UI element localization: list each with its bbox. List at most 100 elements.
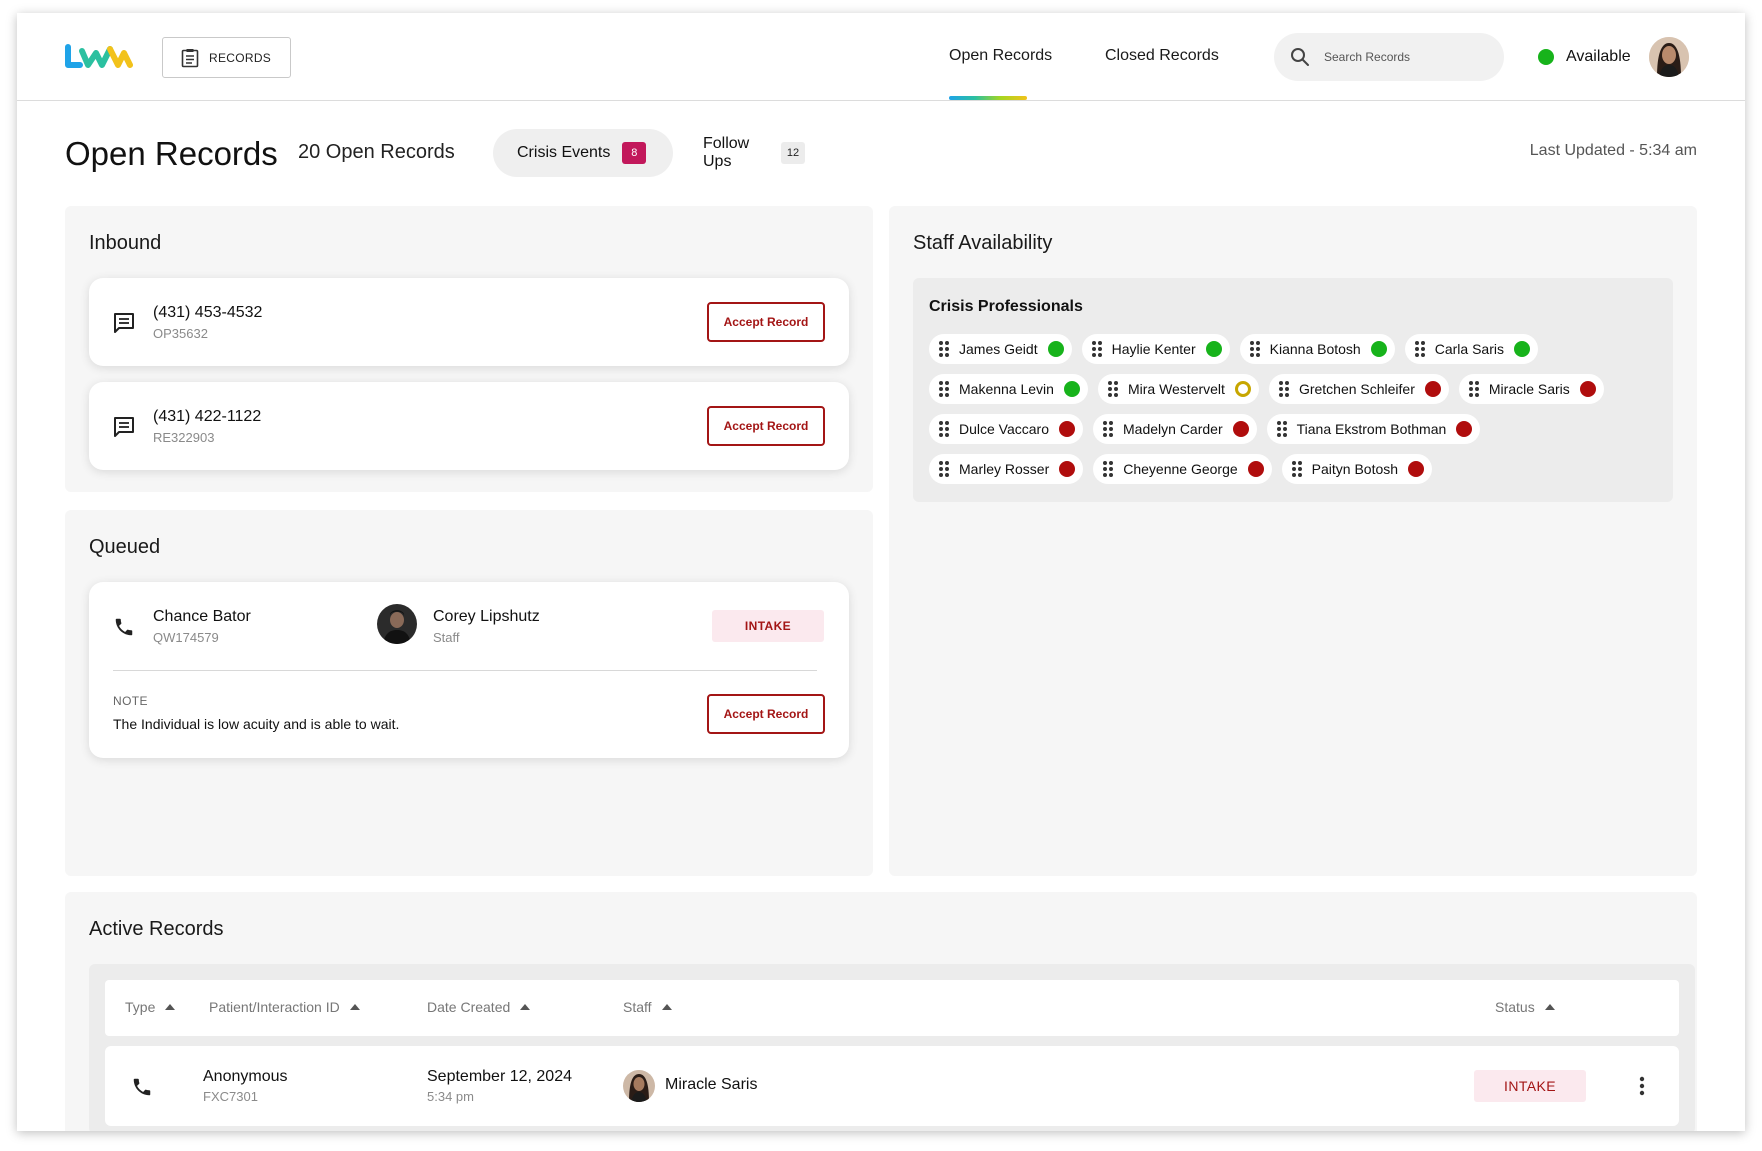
- drag-handle-icon[interactable]: [1091, 341, 1102, 357]
- drag-handle-icon[interactable]: [1249, 341, 1260, 357]
- tab-crisis-events[interactable]: Crisis Events 8: [493, 129, 673, 177]
- nav-closed-records[interactable]: Closed Records: [1105, 47, 1219, 65]
- tab-crisis-events-label: Crisis Events: [517, 144, 611, 161]
- status-dot-busy: [1059, 461, 1076, 477]
- staff-chip-list: James Geidt Haylie Kenter Kianna Botosh Car…: [929, 334, 1669, 494]
- inbound-phone: (431) 453-4532: [153, 304, 263, 321]
- accept-record-button[interactable]: Accept Record: [707, 302, 825, 342]
- staff-chip[interactable]: Marley Rosser: [929, 454, 1084, 484]
- status-dot-busy: [1232, 421, 1249, 437]
- staff-chip[interactable]: Dulce Vaccaro: [929, 414, 1084, 444]
- drag-handle-icon[interactable]: [1278, 381, 1289, 397]
- staff-availability-panel: Staff Availability Crisis Professionals …: [889, 206, 1697, 876]
- last-updated-text: Last Updated - 5:34 am: [1529, 142, 1697, 159]
- inbound-title: Inbound: [89, 232, 162, 254]
- status-badge: INTAKE: [712, 610, 824, 642]
- staff-chip[interactable]: Gretchen Schleifer: [1268, 374, 1449, 404]
- inbound-id: OP35632: [153, 326, 208, 341]
- staff-row: Dulce Vaccaro Madelyn Carder Tiana Ekstrom…: [929, 414, 1669, 444]
- brand-logo[interactable]: [64, 43, 134, 71]
- staff-name: Paityn Botosh: [1311, 461, 1399, 477]
- available-status-dot: [1538, 49, 1554, 65]
- drag-handle-icon[interactable]: [1103, 461, 1114, 477]
- queued-individual-id: QW174579: [153, 630, 219, 645]
- crisis-events-count-badge: 8: [622, 142, 647, 164]
- drag-handle-icon[interactable]: [939, 461, 949, 477]
- table-row[interactable]: Anonymous FXC7301 September 12, 2024 5:3…: [105, 1046, 1679, 1126]
- column-header-type[interactable]: Type: [125, 999, 176, 1015]
- table-header: Type Patient/Interaction ID Date Created…: [105, 980, 1679, 1036]
- drag-handle-icon[interactable]: [1276, 421, 1287, 437]
- column-header-patient-id[interactable]: Patient/Interaction ID: [209, 999, 360, 1015]
- column-header-status[interactable]: Status: [1495, 999, 1555, 1015]
- tab-follow-ups-label: Follow Ups: [703, 135, 750, 170]
- status-dot-busy: [1456, 421, 1473, 437]
- staff-chip[interactable]: Paityn Botosh: [1281, 454, 1433, 484]
- patient-name: Anonymous: [203, 1068, 288, 1085]
- status-dot-available: [1205, 341, 1222, 357]
- staff-name: James Geidt: [959, 341, 1038, 357]
- staff-name: Makenna Levin: [959, 381, 1054, 397]
- staff-chip[interactable]: Tiana Ekstrom Bothman: [1266, 414, 1481, 444]
- open-records-count: 20 Open Records: [298, 141, 455, 163]
- status-dot-busy: [1579, 381, 1596, 397]
- column-header-date-created[interactable]: Date Created: [427, 999, 531, 1015]
- drag-handle-icon[interactable]: [1107, 381, 1118, 397]
- staff-name: Tiana Ekstrom Bothman: [1296, 421, 1447, 437]
- staff-chip[interactable]: Mira Westervelt: [1097, 374, 1259, 404]
- status-dot-available: [1370, 341, 1387, 357]
- patient-id: FXC7301: [203, 1089, 258, 1104]
- follow-ups-count-badge: 12: [781, 142, 805, 164]
- staff-name: Miracle Saris: [1488, 381, 1570, 397]
- clipboard-icon: [181, 48, 199, 67]
- drag-handle-icon[interactable]: [939, 421, 949, 437]
- search-input[interactable]: [1324, 50, 1474, 64]
- staff-chip[interactable]: Carla Saris: [1404, 334, 1538, 364]
- column-header-label: Patient/Interaction ID: [209, 999, 340, 1015]
- staff-row: Makenna Levin Mira Westervelt Gretchen Sch…: [929, 374, 1669, 404]
- divider: [113, 670, 817, 671]
- nav-active-indicator: [949, 96, 1027, 100]
- status-dot-busy: [1247, 461, 1264, 477]
- staff-name: Dulce Vaccaro: [959, 421, 1050, 437]
- queued-panel: Queued Chance Bator QW174579 Corey Lipsh…: [65, 510, 873, 876]
- staff-name: Carla Saris: [1434, 341, 1504, 357]
- column-header-label: Staff: [623, 999, 652, 1015]
- staff-chip[interactable]: James Geidt: [929, 334, 1072, 364]
- phone-icon: [133, 1078, 151, 1096]
- staff-chip[interactable]: Miracle Saris: [1458, 374, 1604, 404]
- staff-chip[interactable]: Makenna Levin: [929, 374, 1088, 404]
- accept-record-button[interactable]: Accept Record: [707, 694, 825, 734]
- drag-handle-icon[interactable]: [939, 381, 949, 397]
- accept-record-button[interactable]: Accept Record: [707, 406, 825, 446]
- queued-title: Queued: [89, 536, 161, 558]
- sort-ascending-icon: [520, 1004, 531, 1010]
- user-avatar[interactable]: [1649, 37, 1689, 77]
- search-icon[interactable]: [1290, 47, 1310, 67]
- staff-chip[interactable]: Haylie Kenter: [1081, 334, 1230, 364]
- top-header: RECORDS Open Records Closed Records Avai…: [17, 13, 1745, 101]
- active-records-panel: Active Records Type Patient/Interaction …: [65, 892, 1697, 1131]
- column-header-staff[interactable]: Staff: [623, 999, 672, 1015]
- inbound-panel: Inbound (431) 453-4532 OP35632 Accept Re…: [65, 206, 873, 492]
- active-records-table: Type Patient/Interaction ID Date Created…: [89, 964, 1695, 1131]
- column-header-label: Status: [1495, 999, 1535, 1015]
- drag-handle-icon[interactable]: [1468, 381, 1479, 397]
- availability-toggle[interactable]: Available: [1538, 48, 1631, 66]
- tab-follow-ups[interactable]: Follow Ups 12: [679, 129, 829, 177]
- status-badge: INTAKE: [1474, 1070, 1586, 1102]
- drag-handle-icon[interactable]: [1291, 461, 1302, 477]
- drag-handle-icon[interactable]: [1103, 421, 1114, 437]
- drag-handle-icon[interactable]: [1414, 341, 1425, 357]
- note-text: The Individual is low acuity and is able…: [113, 716, 400, 732]
- more-options-icon[interactable]: [1639, 1076, 1645, 1096]
- availability-label: Available: [1566, 48, 1631, 65]
- staff-chip[interactable]: Madelyn Carder: [1093, 414, 1257, 444]
- drag-handle-icon[interactable]: [939, 341, 949, 357]
- nav-open-records[interactable]: Open Records: [949, 47, 1052, 65]
- staff-chip[interactable]: Kianna Botosh: [1239, 334, 1395, 364]
- staff-chip[interactable]: Cheyenne George: [1093, 454, 1272, 484]
- records-menu-button[interactable]: RECORDS: [162, 37, 291, 78]
- queued-card: Chance Bator QW174579 Corey Lipshutz Sta…: [89, 582, 849, 758]
- staff-name: Cheyenne George: [1123, 461, 1238, 477]
